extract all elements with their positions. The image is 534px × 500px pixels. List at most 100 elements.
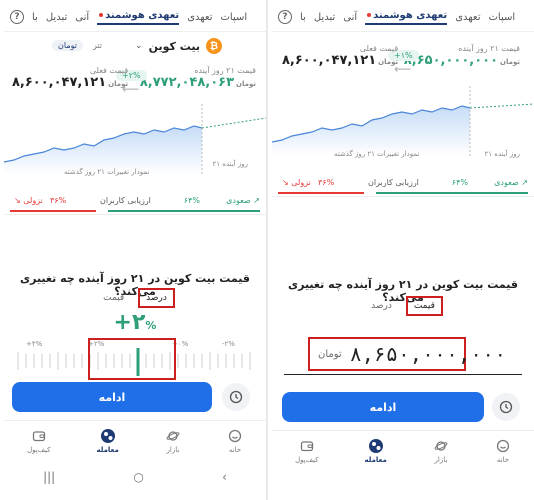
- history-icon: [499, 400, 513, 414]
- current-price-value: تومان۸,۶۰۰,۰۴۷,۱۲۱: [12, 75, 129, 90]
- section-divider: [272, 196, 534, 197]
- nav-market-label: بازار: [434, 455, 448, 464]
- sentiment-up: صعودی ↗: [226, 196, 260, 205]
- new-dot-icon: [99, 12, 104, 17]
- nav-wallet[interactable]: کیف‌پول: [27, 428, 50, 454]
- future-price-label: قیمت ۲۱ روز آینده: [194, 66, 256, 75]
- history-button[interactable]: [492, 393, 520, 421]
- continue-button[interactable]: ادامه: [282, 392, 484, 422]
- mode-price[interactable]: قیمت: [405, 296, 443, 316]
- future-price-block: قیمت ۲۱ روز آینده تومان۸,۷۷۲,۰۴۸,۰۶۳: [140, 66, 256, 90]
- tab-instant[interactable]: آنی: [75, 12, 89, 23]
- nav-wallet-label: کیف‌پول: [27, 445, 51, 454]
- mode-price[interactable]: قیمت: [97, 290, 130, 306]
- unit-toman[interactable]: تومان: [52, 40, 83, 51]
- screen-price-mode: اسپات تعهدی تعهدی هوشمند آنی تبدیل با ? …: [272, 0, 534, 500]
- current-price-value: تومان۸,۶۰۰,۰۴۷,۱۲۱: [282, 53, 399, 68]
- trade-icon: [100, 428, 116, 444]
- mode-toggle: درصد قیمت: [4, 288, 266, 308]
- sentiment-up-bar: [108, 210, 260, 212]
- tab-futures[interactable]: تعهدی: [187, 12, 212, 23]
- sentiment-up-bar: [376, 192, 528, 194]
- back-icon[interactable]: ‹: [222, 470, 227, 484]
- sentiment-up: صعودی ↗: [494, 178, 528, 187]
- current-price-label: قیمت فعلی: [359, 44, 399, 53]
- continue-button[interactable]: ادامه: [12, 382, 212, 412]
- price-chart: [272, 86, 534, 156]
- chart-caption-past: نمودار تغییرات ۲۱ روز گذشته: [334, 150, 420, 158]
- sentiment-down-bar: [278, 192, 364, 194]
- recents-icon[interactable]: |||: [43, 470, 55, 484]
- top-tabs: اسپات تعهدی تعهدی هوشمند آنی تبدیل با ?: [272, 4, 534, 30]
- tab-smart-futures-label: تعهدی هوشمند: [105, 9, 180, 21]
- home-circle-icon[interactable]: ○: [133, 470, 143, 484]
- unit-tether[interactable]: تتر: [89, 40, 106, 51]
- home-icon: [495, 438, 511, 454]
- future-price-label: قیمت ۲۱ روز آینده: [458, 44, 520, 53]
- nav-market[interactable]: بازار: [433, 438, 449, 464]
- top-tabs: اسپات تعهدی تعهدی هوشمند آنی تبدیل با ?: [4, 4, 266, 30]
- sentiment-label: ارزیابی کاربران: [100, 196, 151, 205]
- wallet-icon: [31, 428, 47, 444]
- sentiment-down-pct: ۳۶%: [50, 196, 67, 205]
- sentiment-up-pct: ۶۴%: [451, 178, 468, 187]
- chart-caption-future: ۲۱ روز آینده: [484, 150, 520, 158]
- tab-futures[interactable]: تعهدی: [455, 12, 480, 23]
- tab-extra[interactable]: با: [300, 12, 306, 23]
- wallet-icon: [299, 438, 315, 454]
- nav-home-label: خانه: [228, 445, 242, 454]
- tab-convert[interactable]: تبدیل: [46, 12, 67, 23]
- user-sentiment: صعودی ↗ ۶۴% ارزیابی کاربران ۳۶% ↘ نزولی: [272, 178, 534, 194]
- history-button[interactable]: [222, 383, 250, 411]
- nav-trade-label: معامله: [364, 455, 387, 464]
- tab-smart-futures-label: تعهدی هوشمند: [373, 9, 448, 21]
- bottom-nav: خانه بازار معامله کیف‌پول: [272, 430, 534, 470]
- tab-spot[interactable]: اسپات: [220, 12, 247, 23]
- user-sentiment: صعودی ↗ ۶۴% ارزیابی کاربران ۳۶% ↘ نزولی: [4, 196, 266, 212]
- planet-icon: [433, 438, 449, 454]
- ruler-tick-1: +۴%: [26, 340, 43, 348]
- nav-wallet[interactable]: کیف‌پول: [295, 438, 318, 464]
- sentiment-down-pct: ۳۶%: [318, 178, 335, 187]
- current-price-block: قیمت فعلی تومان۸,۶۰۰,۰۴۷,۱۲۱: [12, 66, 128, 90]
- home-icon: [227, 428, 243, 444]
- future-price-value: تومان۸,۷۷۲,۰۴۸,۰۶۳: [139, 75, 256, 90]
- tab-smart-futures[interactable]: تعهدی هوشمند: [97, 9, 180, 25]
- tab-convert[interactable]: تبدیل: [314, 12, 335, 23]
- tabs-divider: [4, 31, 266, 32]
- nav-market[interactable]: بازار: [165, 428, 181, 454]
- tab-spot[interactable]: اسپات: [488, 12, 515, 23]
- chevron-down-icon: ⌄: [135, 41, 143, 51]
- section-divider: [4, 214, 266, 215]
- mode-percent[interactable]: درصد: [365, 298, 398, 314]
- unit-toggle[interactable]: تومان تتر: [52, 40, 106, 51]
- price-input-underline: [284, 374, 522, 375]
- bitcoin-icon: ₿: [206, 38, 222, 54]
- mode-toggle: قیمت درصد: [272, 296, 534, 316]
- planet-icon: [165, 428, 181, 444]
- price-input-value: ۸,۶۵۰,۰۰۰,۰۰۰: [349, 342, 507, 366]
- tab-instant[interactable]: آنی: [343, 12, 357, 23]
- nav-market-label: بازار: [166, 445, 180, 454]
- nav-wallet-label: کیف‌پول: [295, 455, 319, 464]
- nav-trade[interactable]: معامله: [364, 438, 387, 464]
- future-price-block: قیمت ۲۱ روز آینده تومان۸,۶۵۰,۰۰۰,۰۰۰: [404, 44, 520, 68]
- screen-percent-mode: اسپات تعهدی تعهدی هوشمند آنی تبدیل با ? …: [4, 0, 266, 500]
- tab-smart-futures[interactable]: تعهدی هوشمند: [365, 9, 448, 25]
- nav-home-label: خانه: [496, 455, 510, 464]
- help-icon[interactable]: ?: [278, 10, 292, 24]
- chart-caption-future: ۲۱ روز آینده: [212, 160, 248, 168]
- tabs-divider: [272, 31, 534, 32]
- help-icon[interactable]: ?: [10, 10, 24, 24]
- nav-home[interactable]: خانه: [227, 428, 243, 454]
- coin-selector[interactable]: ₿ بیت کوین ⌄: [135, 38, 222, 54]
- chart-caption-past: نمودار تغییرات ۲۱ روز گذشته: [64, 168, 150, 176]
- history-icon: [229, 390, 243, 404]
- nav-trade[interactable]: معامله: [96, 428, 119, 454]
- ruler-tick-4: -۲%: [222, 340, 235, 348]
- nav-home[interactable]: خانه: [495, 438, 511, 464]
- sentiment-up-pct: ۶۴%: [183, 196, 200, 205]
- tab-extra[interactable]: با: [32, 12, 38, 23]
- price-input[interactable]: تومان ۸,۶۵۰,۰۰۰,۰۰۰: [308, 337, 505, 371]
- mode-percent[interactable]: درصد: [138, 288, 175, 308]
